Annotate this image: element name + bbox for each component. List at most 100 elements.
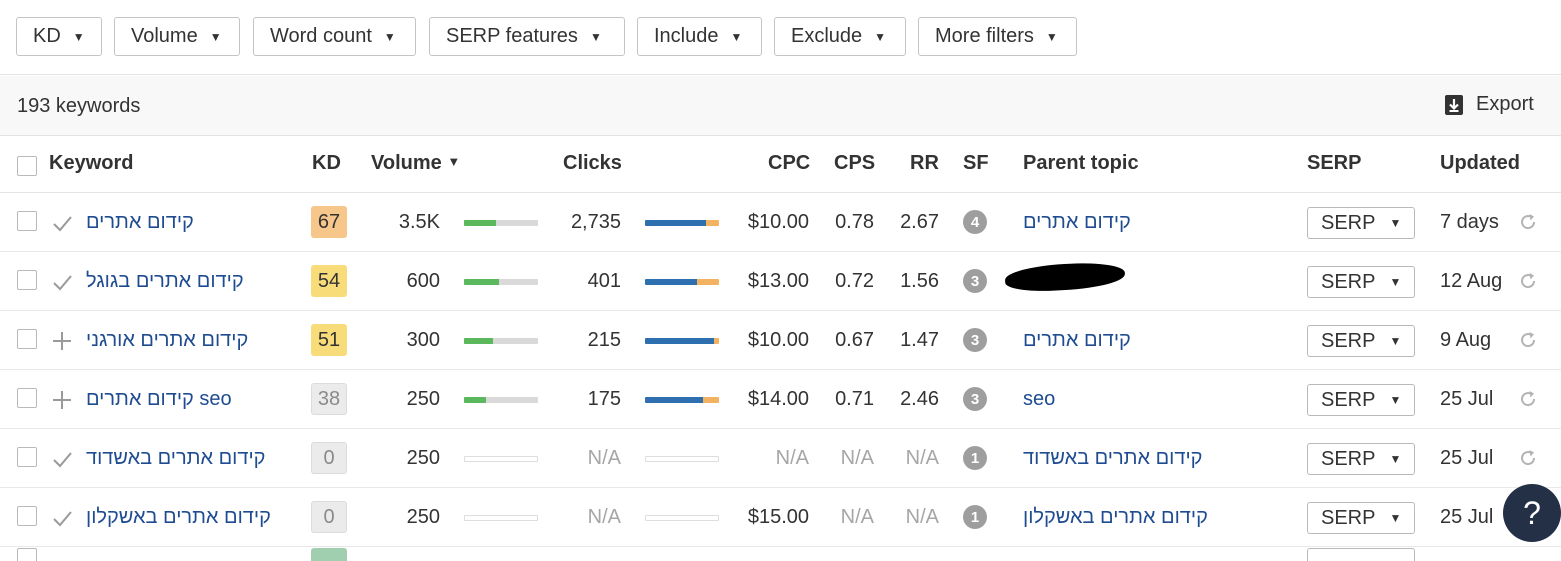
serp-features-badge[interactable]: 1 [963, 446, 987, 470]
updated-value: 9 Aug [1440, 328, 1492, 351]
serp-dropdown[interactable]: SERP ▼ [1307, 266, 1415, 298]
column-header-updated[interactable]: Updated [1440, 152, 1520, 175]
filter-volume-button[interactable]: Volume ▼ [114, 17, 240, 56]
serp-features-badge[interactable]: 4 [963, 210, 987, 234]
cpc-value: N/A [775, 446, 809, 469]
row-checkbox[interactable] [17, 388, 37, 408]
serp-dropdown[interactable]: SERP ▼ [1307, 207, 1415, 239]
keyword-link[interactable]: קידום אתרים בגוגל [86, 252, 244, 310]
sort-desc-icon: ▼ [447, 154, 461, 169]
filter-kd-button[interactable]: KD ▼ [16, 17, 102, 56]
refresh-icon[interactable] [1518, 330, 1538, 350]
serp-dropdown[interactable]: SERP ▼ [1307, 384, 1415, 416]
row-checkbox-partial[interactable] [17, 548, 37, 561]
column-header-parent-topic[interactable]: Parent topic [1023, 152, 1139, 175]
refresh-icon[interactable] [1518, 212, 1538, 232]
row-checkbox[interactable] [17, 211, 37, 231]
volume-bar [464, 279, 538, 285]
filter-word-count-button[interactable]: Word count ▼ [253, 17, 416, 56]
checkmark-icon[interactable] [51, 212, 73, 234]
column-header-volume-label: Volume [371, 152, 442, 174]
rr-value: 2.46 [900, 387, 939, 410]
clicks-value: 2,735 [570, 210, 621, 233]
caret-down-icon: ▼ [1389, 334, 1402, 348]
kd-badge-partial [311, 548, 347, 561]
refresh-icon[interactable] [1518, 448, 1538, 468]
column-header-cps[interactable]: CPS [834, 152, 875, 175]
kd-badge: 0 [311, 501, 347, 533]
volume-value: 600 [406, 269, 440, 292]
column-header-serp: SERP [1307, 152, 1362, 174]
serp-dropdown-partial[interactable] [1307, 548, 1415, 561]
column-header-kd[interactable]: KD [312, 152, 341, 175]
row-checkbox[interactable] [17, 506, 37, 526]
keyword-link[interactable]: קידום אתרים באשדוד [86, 429, 265, 487]
rr-value: N/A [905, 446, 939, 469]
caret-down-icon: ▼ [874, 29, 887, 44]
serp-dropdown-label: SERP [1321, 270, 1376, 293]
keyword-link[interactable]: קידום אתרים אורגני [86, 311, 248, 369]
table-row: קידום אתרים seo 38 250 175 $14.00 0.71 2.46 3 se… [0, 370, 1561, 429]
serp-features-badge[interactable]: 3 [963, 328, 987, 352]
cpc-value: $15.00 [747, 505, 809, 528]
checkmark-icon[interactable] [51, 507, 73, 529]
row-checkbox[interactable] [17, 270, 37, 290]
parent-topic-link[interactable]: seo [1023, 370, 1055, 428]
checkmark-icon[interactable] [51, 271, 73, 293]
keyword-link[interactable]: קידום אתרים seo [86, 370, 232, 428]
serp-dropdown-label: SERP [1321, 211, 1376, 234]
column-header-clicks[interactable]: Clicks [563, 152, 622, 175]
clicks-bar-paid [706, 220, 719, 226]
filter-more-filters-button[interactable]: More filters ▼ [918, 17, 1077, 56]
export-button[interactable]: Export [1445, 93, 1534, 116]
serp-features-badge[interactable]: 3 [963, 387, 987, 411]
updated-value: 25 Jul [1440, 505, 1494, 528]
rr-value: N/A [905, 505, 939, 528]
help-button[interactable]: ? [1503, 484, 1561, 542]
filter-include-button[interactable]: Include ▼ [637, 17, 762, 56]
keyword-link[interactable]: קידום אתרים באשקלון [86, 488, 271, 546]
filter-exclude-button[interactable]: Exclude ▼ [774, 17, 906, 56]
rr-value: 2.67 [900, 210, 939, 233]
parent-topic-link[interactable]: קידום אתרים באשדוד [1023, 429, 1202, 487]
refresh-icon[interactable] [1518, 389, 1538, 409]
serp-features-badge[interactable]: 1 [963, 505, 987, 529]
parent-topic-link[interactable]: קידום אתרים [1023, 193, 1131, 251]
caret-down-icon: ▼ [589, 29, 602, 44]
parent-topic-link[interactable]: קידום אתרים באשקלון [1023, 488, 1208, 546]
table-row: קידום אתרים 67 3.5K 2,735 $10.00 0.78 2.67 4 קיד… [0, 193, 1561, 252]
add-icon[interactable] [51, 330, 73, 352]
serp-dropdown-label: SERP [1321, 388, 1376, 411]
serp-dropdown[interactable]: SERP ▼ [1307, 502, 1415, 534]
column-header-volume[interactable]: Volume ▼ [371, 152, 460, 175]
column-header-cpc[interactable]: CPC [768, 152, 810, 175]
serp-dropdown[interactable]: SERP ▼ [1307, 325, 1415, 357]
volume-bar [464, 338, 538, 344]
filter-serp-features-button[interactable]: SERP features ▼ [429, 17, 625, 56]
clicks-value: 401 [587, 269, 621, 292]
column-header-sf[interactable]: SF [963, 152, 989, 175]
serp-features-badge[interactable]: 3 [963, 269, 987, 293]
filter-exclude-label: Exclude [791, 25, 863, 47]
keyword-link[interactable]: קידום אתרים [86, 193, 194, 251]
refresh-icon[interactable] [1518, 271, 1538, 291]
parent-topic-link[interactable]: קידום אתרים [1023, 311, 1131, 369]
add-icon[interactable] [51, 389, 73, 411]
volume-bar-fill [464, 220, 496, 226]
row-checkbox[interactable] [17, 329, 37, 349]
clicks-value: N/A [587, 505, 621, 528]
row-checkbox[interactable] [17, 447, 37, 467]
table-header: Keyword KD Volume ▼ Clicks CPC CPS RR SF… [0, 137, 1561, 193]
serp-dropdown[interactable]: SERP ▼ [1307, 443, 1415, 475]
column-header-rr[interactable]: RR [910, 152, 939, 175]
volume-value: 250 [406, 387, 440, 410]
updated-value: 7 days [1440, 210, 1499, 233]
volume-bar [464, 456, 538, 462]
caret-down-icon: ▼ [1389, 275, 1402, 289]
checkmark-icon[interactable] [51, 448, 73, 470]
select-all-checkbox[interactable] [17, 156, 37, 176]
clicks-bar-paid [703, 397, 719, 403]
clicks-bar [645, 338, 719, 344]
volume-bar-fill [464, 338, 493, 344]
column-header-keyword[interactable]: Keyword [49, 152, 133, 175]
